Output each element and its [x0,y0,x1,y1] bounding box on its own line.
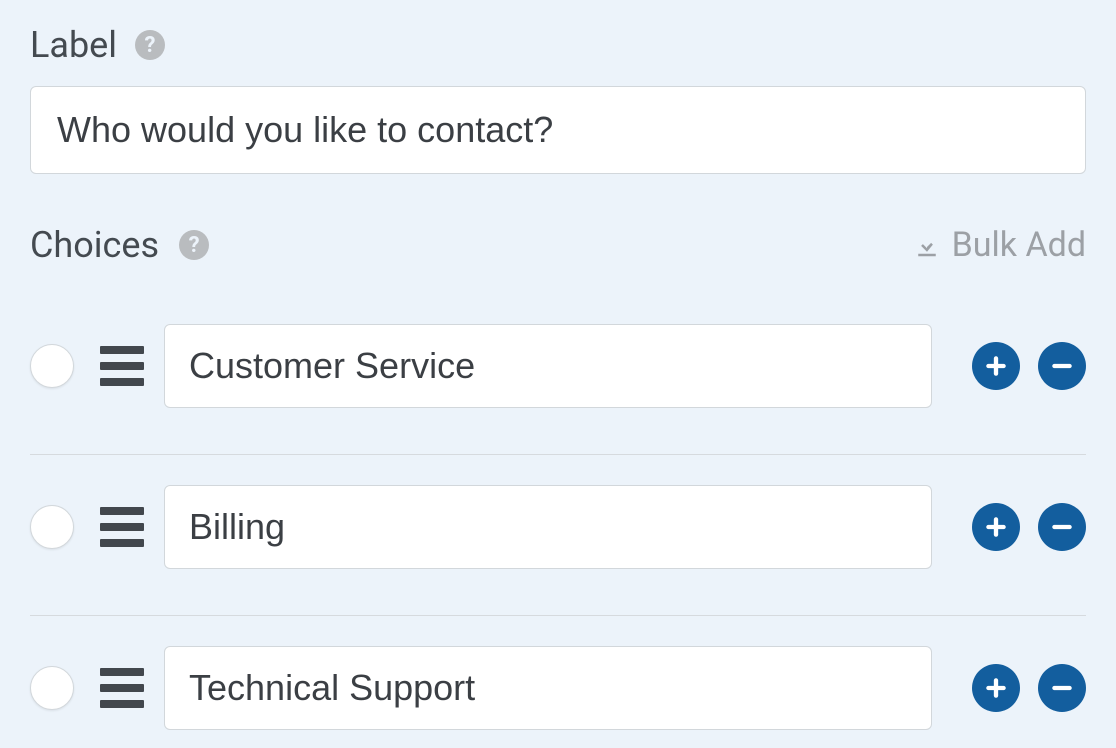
remove-choice-button[interactable] [1038,342,1086,390]
help-icon[interactable]: ? [179,230,209,260]
choice-input[interactable] [164,324,932,408]
add-choice-button[interactable] [972,503,1020,551]
choice-row [30,294,1086,455]
drag-handle-icon[interactable] [100,507,144,547]
label-input[interactable] [30,86,1086,174]
choice-input[interactable] [164,485,932,569]
bulk-add-button[interactable]: Bulk Add [912,225,1086,265]
choices-title: Choices [30,224,159,266]
drag-handle-icon[interactable] [100,346,144,386]
drag-handle-icon[interactable] [100,668,144,708]
choice-row [30,616,1086,730]
default-choice-radio[interactable] [30,344,74,388]
help-icon[interactable]: ? [135,30,165,60]
choices-list [30,294,1086,730]
bulk-add-label: Bulk Add [952,225,1086,265]
download-icon [912,230,942,260]
default-choice-radio[interactable] [30,505,74,549]
add-choice-button[interactable] [972,664,1020,712]
add-choice-button[interactable] [972,342,1020,390]
label-title: Label [30,24,117,66]
remove-choice-button[interactable] [1038,503,1086,551]
default-choice-radio[interactable] [30,666,74,710]
remove-choice-button[interactable] [1038,664,1086,712]
choice-row [30,455,1086,616]
choice-input[interactable] [164,646,932,730]
